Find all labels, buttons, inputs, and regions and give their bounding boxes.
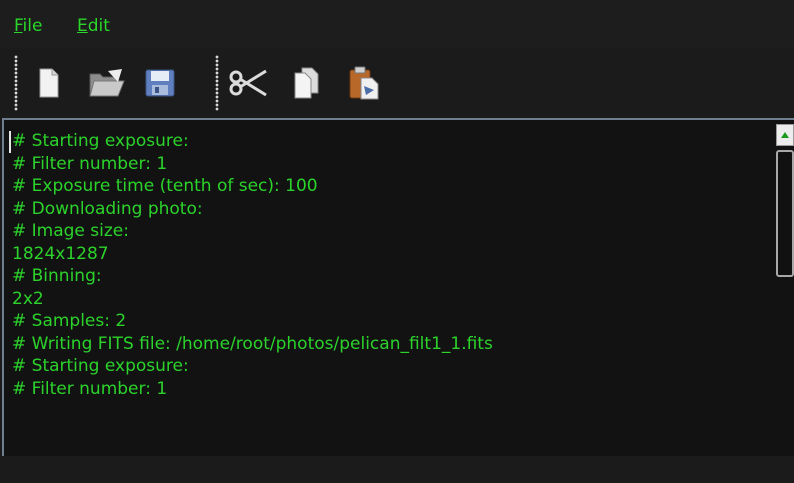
copy-button[interactable] — [286, 62, 326, 104]
cut-icon — [229, 69, 267, 97]
text-cursor — [9, 131, 11, 153]
save-icon — [145, 69, 175, 97]
log-line: # Starting exposure: — [12, 356, 189, 376]
toolbar-grip-handle[interactable] — [13, 55, 19, 111]
menu-edit[interactable]: Edit — [77, 16, 110, 36]
toolbar — [0, 48, 794, 118]
log-line: # Binning: — [12, 266, 102, 286]
log-line: # Downloading photo: — [12, 198, 203, 219]
new-file-button[interactable] — [29, 62, 69, 104]
copy-icon — [294, 67, 319, 99]
open-folder-icon — [89, 69, 125, 97]
save-button[interactable] — [140, 62, 180, 104]
new-file-icon — [39, 68, 59, 98]
log-line: # Filter number: 1 — [12, 153, 168, 174]
arrow-up-icon — [781, 132, 789, 138]
cut-button[interactable] — [228, 62, 268, 104]
log-line: 2x2 — [12, 288, 44, 309]
log-line: 1824x1287 — [12, 243, 109, 264]
log-line: # Filter number: 1 — [12, 378, 168, 399]
log-textview[interactable]: # Starting exposure: # Filter number: 1 … — [2, 118, 794, 456]
scrollbar-thumb[interactable] — [776, 150, 794, 277]
scroll-up-button[interactable] — [776, 124, 794, 146]
status-bar — [0, 456, 794, 483]
log-line: # Starting exposure: — [12, 131, 189, 151]
toolbar-grip-handle[interactable] — [214, 55, 220, 111]
log-line: # Image size: — [12, 221, 129, 241]
log-line: # Exposure time (tenth of sec): 100 — [12, 176, 318, 196]
open-button[interactable] — [87, 62, 127, 104]
log-line: # Samples: 2 — [12, 311, 127, 331]
menu-file[interactable]: File — [14, 16, 42, 36]
paste-button[interactable] — [344, 62, 384, 104]
log-line: # Writing FITS file: /home/root/photos/p… — [12, 333, 493, 354]
menu-bar: File Edit — [0, 0, 794, 48]
log-lines: # Starting exposure: # Filter number: 1 … — [12, 130, 772, 456]
paste-icon — [349, 66, 379, 100]
